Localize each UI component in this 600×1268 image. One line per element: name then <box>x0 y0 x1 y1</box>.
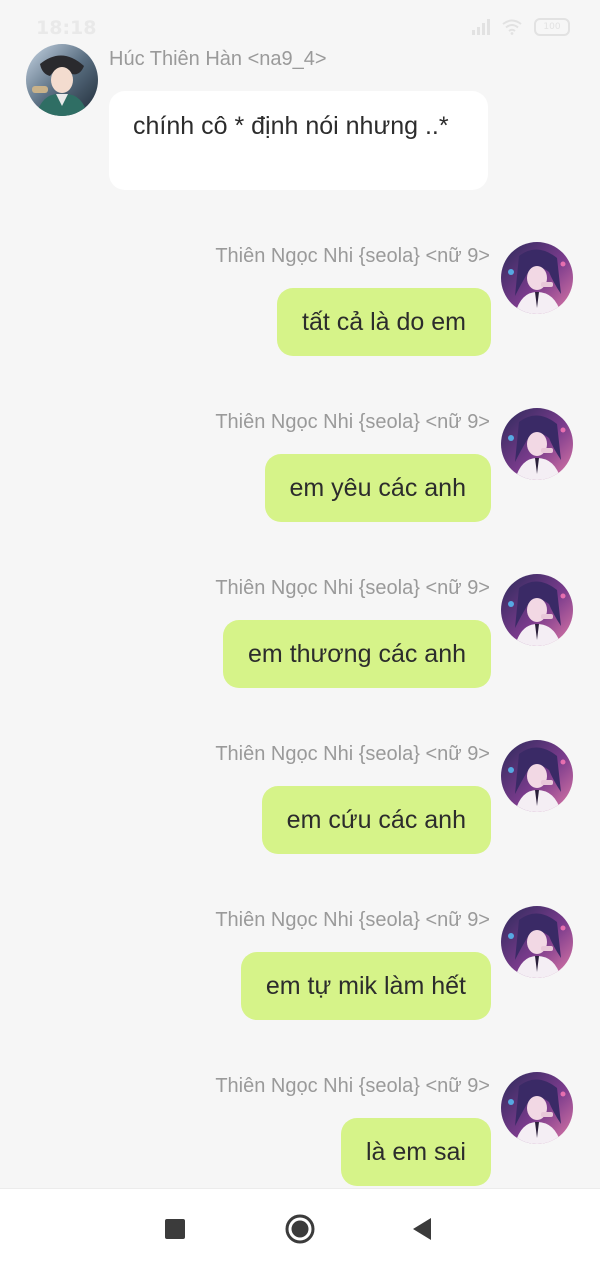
avatar-image-icon <box>26 44 98 116</box>
message-bubble-outgoing[interactable]: là em sai <box>340 1118 491 1186</box>
avatar-image-icon <box>501 740 573 812</box>
back-button[interactable] <box>382 1189 462 1268</box>
sender-name: Thiên Ngọc Nhi {seola} <nữ 9> <box>215 743 490 765</box>
avatar-image-icon <box>501 242 573 314</box>
avatar[interactable] <box>501 242 573 314</box>
avatar[interactable] <box>26 44 98 116</box>
wifi-icon <box>502 19 522 35</box>
avatar-image-icon <box>501 1072 573 1144</box>
avatar[interactable] <box>501 906 573 978</box>
status-time: 18:18 <box>36 17 97 39</box>
battery-icon: 100 <box>534 18 570 36</box>
navigation-bar <box>0 1188 600 1268</box>
message-bubble-outgoing[interactable]: em tự mik làm hết <box>240 952 491 1020</box>
recent-apps-button[interactable] <box>135 1189 215 1268</box>
sender-name: Thiên Ngọc Nhi {seola} <nữ 9> <box>215 245 490 267</box>
status-icons: 100 <box>472 18 570 36</box>
avatar[interactable] <box>501 740 573 812</box>
message-bubble-outgoing[interactable]: em cứu các anh <box>261 786 491 854</box>
triangle-back-icon <box>413 1217 431 1240</box>
home-button[interactable] <box>260 1189 340 1268</box>
sender-name: Thiên Ngọc Nhi {seola} <nữ 9> <box>215 909 490 931</box>
message-bubble-outgoing[interactable]: tất cả là do em <box>277 288 491 356</box>
message-bubble-incoming[interactable]: chính cô * định nói nhưng ..* <box>109 91 488 190</box>
signal-icon <box>472 19 490 35</box>
sender-name: Thiên Ngọc Nhi {seola} <nữ 9> <box>215 411 490 433</box>
message-bubble-outgoing[interactable]: em yêu các anh <box>264 454 491 522</box>
avatar[interactable] <box>501 408 573 480</box>
avatar[interactable] <box>501 574 573 646</box>
sender-name: Thiên Ngọc Nhi {seola} <nữ 9> <box>215 577 490 599</box>
message-bubble-outgoing[interactable]: em thương các anh <box>223 620 491 688</box>
avatar[interactable] <box>501 1072 573 1144</box>
circle-icon <box>285 1214 315 1243</box>
sender-name: Húc Thiên Hàn <na9_4> <box>109 48 327 70</box>
avatar-image-icon <box>501 574 573 646</box>
sender-name: Thiên Ngọc Nhi {seola} <nữ 9> <box>215 1075 490 1097</box>
square-icon <box>165 1218 185 1239</box>
avatar-image-icon <box>501 906 573 978</box>
avatar-image-icon <box>501 408 573 480</box>
